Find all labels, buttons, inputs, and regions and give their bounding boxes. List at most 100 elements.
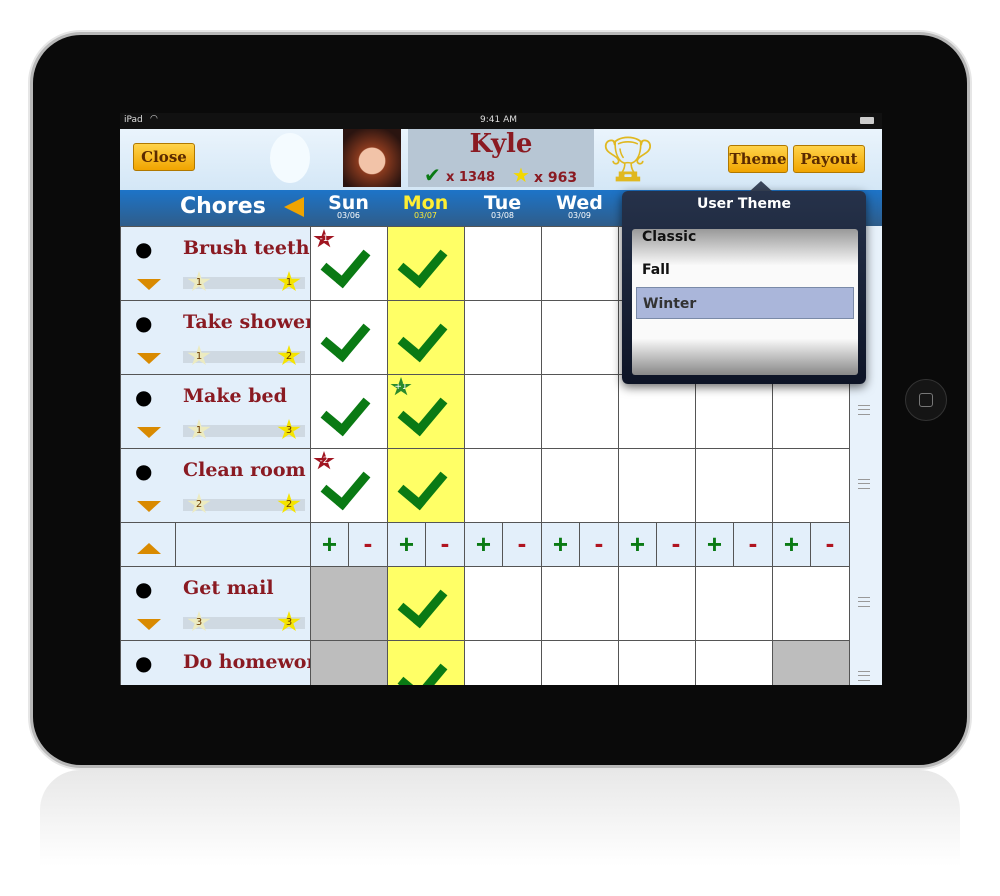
chore-day-cell[interactable] <box>310 566 388 641</box>
check-mark-icon <box>397 576 448 629</box>
user-photo[interactable] <box>343 129 401 187</box>
chore-row-label[interactable]: ● Clean room 2 2 <box>120 448 311 523</box>
chore-day-cell[interactable] <box>772 374 850 449</box>
plus-button[interactable]: + <box>541 522 580 567</box>
chore-day-cell[interactable] <box>695 640 773 685</box>
chore-day-cell[interactable] <box>618 448 696 523</box>
chore-day-cell[interactable] <box>695 374 773 449</box>
day-header-sun[interactable]: Sun 03/06 <box>310 192 387 220</box>
check-mark-icon <box>320 384 371 437</box>
chore-day-cell[interactable] <box>618 374 696 449</box>
chore-day-cell[interactable] <box>541 226 619 301</box>
user-theme-popover: User Theme Classic Fall Winter <box>622 191 866 384</box>
reorder-handle-icon[interactable] <box>858 405 870 415</box>
day-header-wed[interactable]: Wed 03/09 <box>541 192 618 220</box>
theme-option-fall[interactable]: Fall <box>636 254 854 286</box>
reorder-handle-icon[interactable] <box>858 671 870 681</box>
chore-day-cell[interactable]: +1 <box>387 374 465 449</box>
chore-day-cell[interactable] <box>387 300 465 375</box>
chore-day-cell[interactable] <box>695 448 773 523</box>
chore-day-cell[interactable] <box>618 640 696 685</box>
theme-button[interactable]: Theme <box>728 145 788 173</box>
minus-button[interactable]: - <box>579 522 619 567</box>
chore-day-cell[interactable] <box>310 374 388 449</box>
min-stars: 1 <box>187 271 211 292</box>
chore-day-cell[interactable] <box>695 566 773 641</box>
move-up-icon[interactable] <box>137 543 161 554</box>
popover-arrow <box>750 181 772 191</box>
chore-day-cell[interactable]: -1 <box>310 226 388 301</box>
minus-button[interactable]: - <box>502 522 542 567</box>
check-icon: ✔ <box>424 163 441 187</box>
chore-day-cell[interactable] <box>541 566 619 641</box>
move-down-icon[interactable] <box>137 279 161 290</box>
minus-button[interactable]: - <box>425 522 465 567</box>
chore-day-cell[interactable] <box>772 640 850 685</box>
star-icon: ★ <box>512 163 530 187</box>
chore-day-cell[interactable] <box>387 566 465 641</box>
previous-week-arrow-icon[interactable] <box>284 197 304 217</box>
check-mark-icon <box>397 650 448 685</box>
minus-button[interactable]: - <box>656 522 696 567</box>
home-button[interactable] <box>905 379 947 421</box>
move-down-icon[interactable] <box>137 427 161 438</box>
chore-day-cell[interactable] <box>541 300 619 375</box>
chore-row-label[interactable]: ● Brush teeth AM 1 1 <box>120 226 352 301</box>
chore-day-cell[interactable] <box>772 566 850 641</box>
reorder-handle-icon[interactable] <box>858 597 870 607</box>
theme-option-classic[interactable]: Classic <box>636 221 854 253</box>
chore-day-cell[interactable] <box>541 640 619 685</box>
day-header-mon[interactable]: Mon 03/07 <box>387 192 464 220</box>
chore-name: Clean room <box>183 459 306 481</box>
day-header-tue[interactable]: Tue 03/08 <box>464 192 541 220</box>
chore-day-cell[interactable] <box>310 300 388 375</box>
snowman-icon <box>270 133 310 183</box>
max-stars: 3 <box>277 611 301 632</box>
chore-row-label[interactable]: ● Do homework <box>120 640 330 685</box>
user-panel: Kyle ✔ x 1348 ★ x 963 <box>408 129 594 187</box>
chore-day-cell[interactable] <box>464 448 542 523</box>
minus-button[interactable]: - <box>733 522 773 567</box>
reorder-handle-icon[interactable] <box>858 479 870 489</box>
adjustment-badge: +1 <box>390 377 412 396</box>
chore-day-cell[interactable] <box>618 566 696 641</box>
plus-button[interactable]: + <box>695 522 734 567</box>
chore-day-cell[interactable] <box>387 226 465 301</box>
min-stars: 3 <box>187 611 211 632</box>
chore-day-cell[interactable] <box>387 448 465 523</box>
chore-day-cell[interactable] <box>464 374 542 449</box>
trophy-icon[interactable]: 🏆︎ <box>600 133 656 185</box>
move-down-icon[interactable] <box>137 619 161 630</box>
move-down-icon[interactable] <box>137 501 161 512</box>
plus-button[interactable]: + <box>464 522 503 567</box>
chore-row-label[interactable]: ● Get mail 3 3 <box>120 566 311 641</box>
adjust-row-spacer <box>175 522 311 567</box>
star-range: 22 <box>183 493 305 514</box>
plus-button[interactable]: + <box>310 522 349 567</box>
chore-day-cell[interactable] <box>310 640 388 685</box>
chore-day-cell[interactable] <box>464 226 542 301</box>
chore-day-cell[interactable] <box>541 374 619 449</box>
minus-button[interactable]: - <box>348 522 388 567</box>
plus-button[interactable]: + <box>387 522 426 567</box>
plus-button[interactable]: + <box>618 522 657 567</box>
chore-name: Make bed <box>183 385 287 407</box>
plus-button[interactable]: + <box>772 522 811 567</box>
chore-day-cell[interactable] <box>387 640 465 685</box>
close-button[interactable]: Close <box>133 143 195 171</box>
chore-day-cell[interactable] <box>464 566 542 641</box>
chore-day-cell[interactable]: -2 <box>310 448 388 523</box>
chore-day-cell[interactable] <box>464 640 542 685</box>
theme-option-winter-selected[interactable]: Winter <box>636 287 854 319</box>
move-down-icon[interactable] <box>137 353 161 364</box>
chore-row-label[interactable]: ● Take shower 1 2 <box>120 300 315 375</box>
chore-day-cell[interactable] <box>541 448 619 523</box>
chore-day-cell[interactable] <box>772 448 850 523</box>
bed-icon: ● <box>135 385 153 409</box>
screen: iPad ◠ 9:41 AM Close Kyle ✔ x 1348 ★ x 9… <box>120 113 882 685</box>
chore-day-cell[interactable] <box>464 300 542 375</box>
payout-button[interactable]: Payout <box>793 145 865 173</box>
min-stars: 1 <box>187 345 211 366</box>
chore-row-label[interactable]: ● Make bed 1 3 <box>120 374 311 449</box>
minus-button[interactable]: - <box>810 522 850 567</box>
